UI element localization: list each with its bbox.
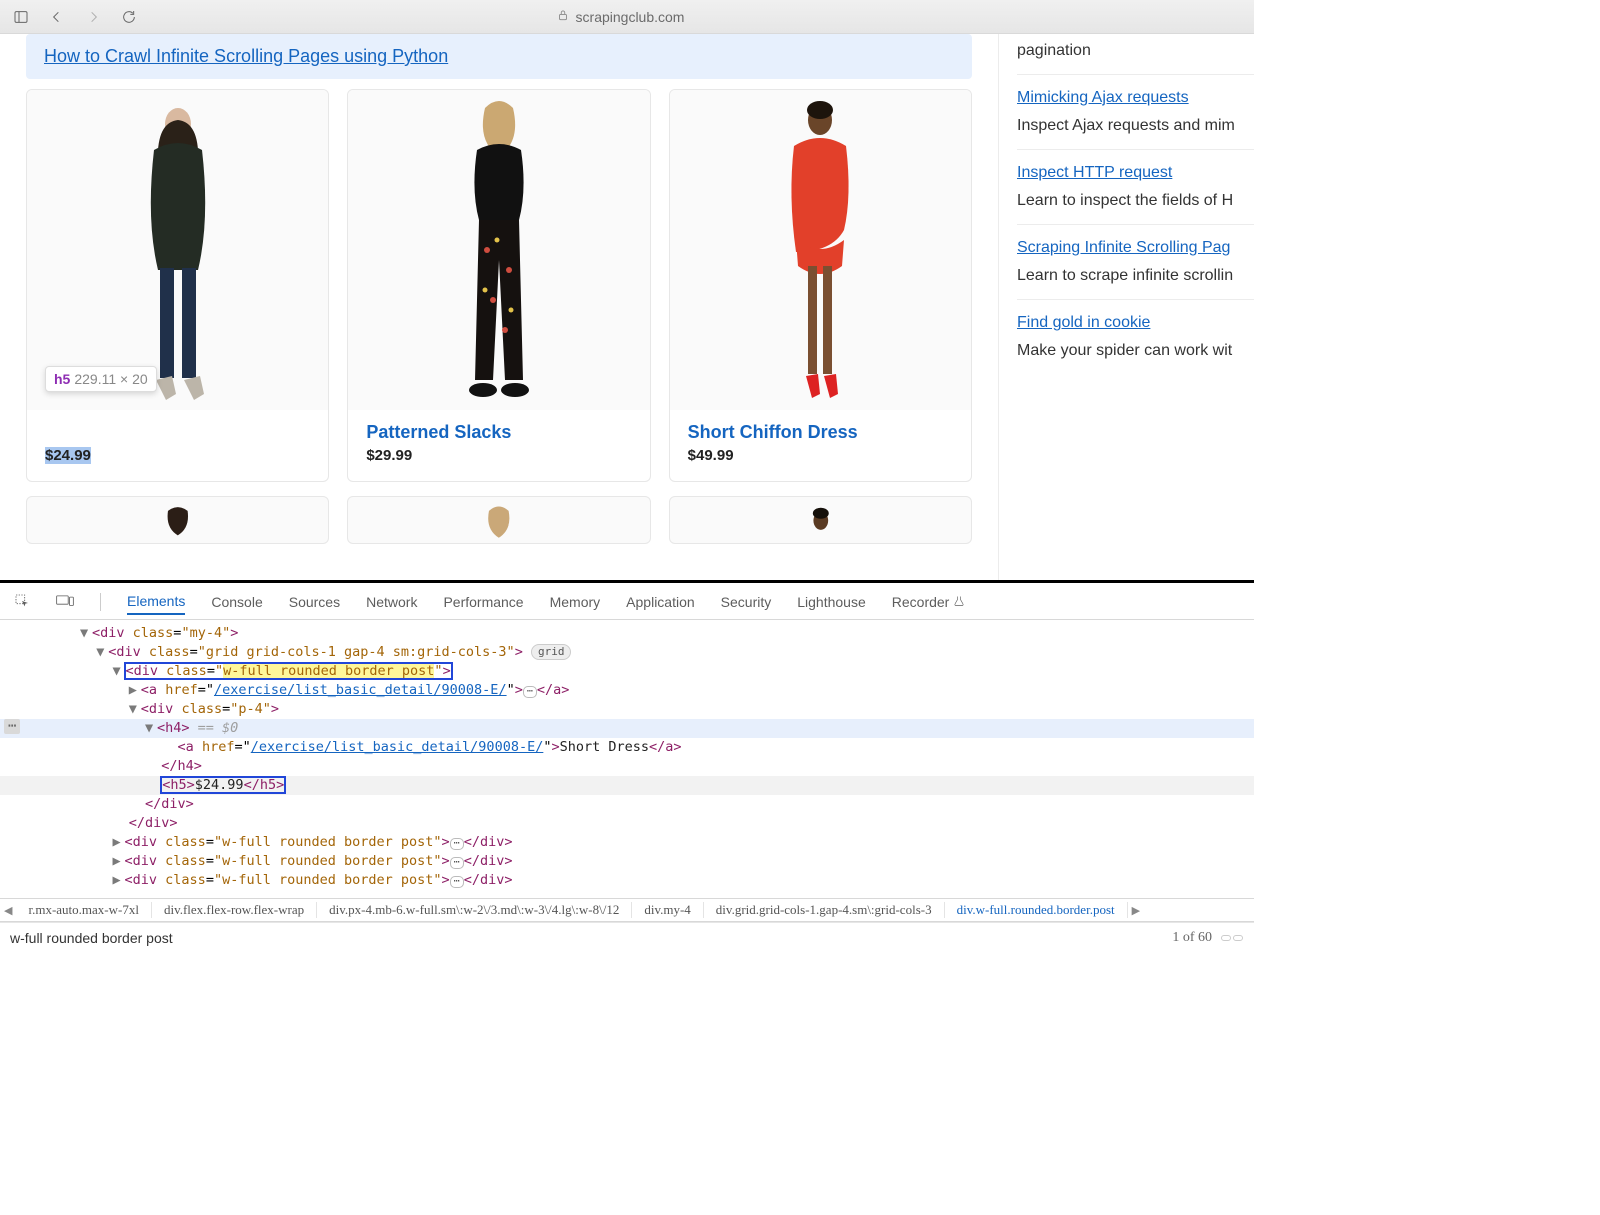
tab-recorder[interactable]: Recorder xyxy=(892,590,966,614)
crumb-seg[interactable]: div.grid.grid-cols-1.gap-4.sm\:grid-cols… xyxy=(704,902,945,918)
product-price: $29.99 xyxy=(366,447,631,464)
tab-memory[interactable]: Memory xyxy=(550,590,601,614)
sidebar-item: Find gold in cookie Make your spider can… xyxy=(1017,300,1254,374)
dom-tree[interactable]: ▼<div class="my-4"> ▼<div class="grid gr… xyxy=(0,620,1254,898)
crumb-seg[interactable]: div.my-4 xyxy=(632,902,703,918)
tab-performance[interactable]: Performance xyxy=(443,590,523,614)
product-grid: h5229.11 × 20 x $24.99 xyxy=(0,89,998,482)
tab-network[interactable]: Network xyxy=(366,590,417,614)
product-card[interactable]: h5229.11 × 20 x $24.99 xyxy=(26,89,329,482)
url-host: scrapingclub.com xyxy=(576,9,685,25)
sidebar-link[interactable]: Scraping Infinite Scrolling Pag xyxy=(1017,239,1254,257)
product-image xyxy=(348,90,649,410)
back-icon[interactable] xyxy=(48,8,66,26)
devtools-panel: Elements Console Sources Network Perform… xyxy=(0,580,1254,952)
tab-elements[interactable]: Elements xyxy=(127,589,185,615)
sidebar-desc: Learn to scrape infinite scrollin xyxy=(1017,267,1254,285)
devtools-tabs: Elements Console Sources Network Perform… xyxy=(0,583,1254,620)
crumb-seg[interactable]: div.flex.flex-row.flex-wrap xyxy=(152,902,317,918)
sidebar-item: Inspect HTTP request Learn to inspect th… xyxy=(1017,150,1254,225)
tutorial-banner: How to Crawl Infinite Scrolling Pages us… xyxy=(26,34,972,79)
banner-link[interactable]: How to Crawl Infinite Scrolling Pages us… xyxy=(44,46,448,66)
beaker-icon xyxy=(953,594,965,610)
sidebar-item: pagination xyxy=(1017,34,1254,75)
search-count: 1 of 60 xyxy=(1172,930,1212,946)
crumb-seg[interactable]: div.px-4.mb-6.w-full.sm\:w-2\/3.md\:w-3\… xyxy=(317,902,632,918)
product-card[interactable]: Patterned Slacks $29.99 xyxy=(347,89,650,482)
product-card[interactable] xyxy=(347,496,650,544)
overflow-icon[interactable]: ⋯ xyxy=(4,719,20,734)
forward-icon[interactable] xyxy=(84,8,102,26)
product-card[interactable] xyxy=(669,496,972,544)
search-next-button[interactable] xyxy=(1233,935,1243,941)
chevron-right-icon[interactable]: ▶ xyxy=(1128,904,1144,917)
reload-icon[interactable] xyxy=(120,8,138,26)
product-card[interactable] xyxy=(26,496,329,544)
crumb-seg[interactable]: div.w-full.rounded.border.post xyxy=(945,902,1128,918)
product-grid-row-2 xyxy=(0,482,998,544)
lock-icon xyxy=(556,8,570,25)
sidebar-link[interactable]: Inspect HTTP request xyxy=(1017,164,1254,182)
tooltip-tag: h5 xyxy=(54,371,70,387)
crumb-seg[interactable]: r.mx-auto.max-w-7xl xyxy=(16,902,151,918)
product-price: $49.99 xyxy=(688,447,953,464)
search-prev-button[interactable] xyxy=(1221,935,1231,941)
sidebar-link[interactable]: Find gold in cookie xyxy=(1017,314,1254,332)
sidebar-desc: Learn to inspect the fields of H xyxy=(1017,192,1254,210)
search-input[interactable] xyxy=(10,930,1164,946)
product-title[interactable]: Short Chiffon Dress xyxy=(688,422,953,443)
product-image xyxy=(670,90,971,410)
tab-security[interactable]: Security xyxy=(721,590,772,614)
address-bar[interactable]: scrapingclub.com xyxy=(156,8,1084,25)
product-title[interactable]: Patterned Slacks xyxy=(366,422,631,443)
sidebar-link[interactable]: Mimicking Ajax requests xyxy=(1017,89,1254,107)
browser-toolbar: scrapingclub.com xyxy=(0,0,1254,34)
sidebar-toggle-icon[interactable] xyxy=(12,8,30,26)
product-image: h5229.11 × 20 xyxy=(27,90,328,410)
sidebar-desc: Make your spider can work wit xyxy=(1017,342,1254,360)
element-picker-icon[interactable] xyxy=(14,593,30,612)
tab-sources[interactable]: Sources xyxy=(289,590,340,614)
sidebar-item: Mimicking Ajax requests Inspect Ajax req… xyxy=(1017,75,1254,150)
tab-lighthouse[interactable]: Lighthouse xyxy=(797,590,866,614)
product-price: $24.99 xyxy=(45,447,91,464)
inspector-tooltip: h5229.11 × 20 xyxy=(45,366,157,392)
tab-console[interactable]: Console xyxy=(211,590,262,614)
tab-application[interactable]: Application xyxy=(626,590,695,614)
product-card[interactable]: Short Chiffon Dress $49.99 xyxy=(669,89,972,482)
devtools-search: 1 of 60 xyxy=(0,922,1254,952)
sidebar-item: Scraping Infinite Scrolling Pag Learn to… xyxy=(1017,225,1254,300)
sidebar: pagination Mimicking Ajax requests Inspe… xyxy=(998,34,1254,580)
breadcrumb[interactable]: ◀ r.mx-auto.max-w-7xl div.flex.flex-row.… xyxy=(0,898,1254,922)
sidebar-desc: Inspect Ajax requests and mim xyxy=(1017,117,1254,135)
tooltip-dims: 229.11 × 20 xyxy=(74,371,147,387)
device-toggle-icon[interactable] xyxy=(56,594,74,611)
chevron-left-icon[interactable]: ◀ xyxy=(0,904,16,917)
